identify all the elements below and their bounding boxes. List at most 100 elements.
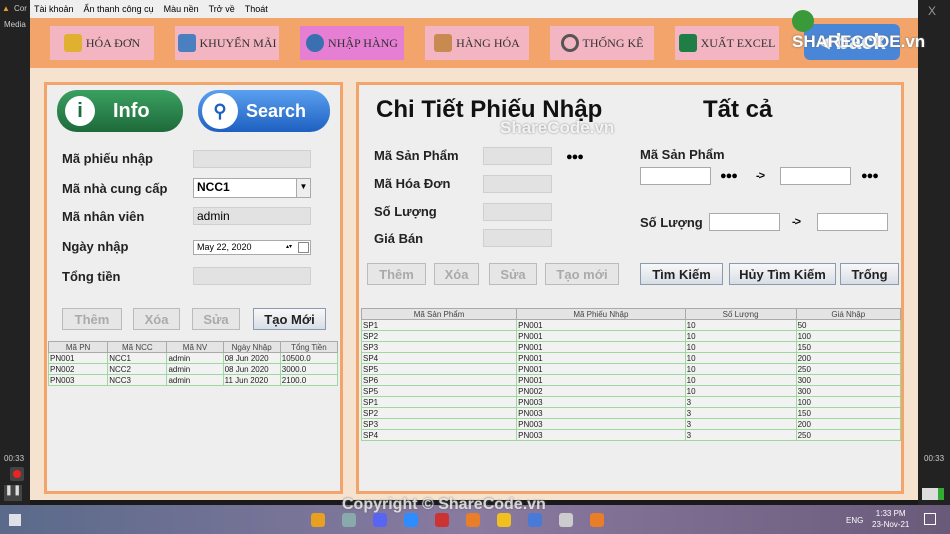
table-cell: 10 bbox=[684, 363, 797, 375]
taskbar-app-icon[interactable] bbox=[404, 513, 418, 527]
quantity-to-field[interactable] bbox=[817, 213, 888, 231]
column-header[interactable]: Mã Sản Phẩm bbox=[360, 308, 518, 320]
language-indicator[interactable]: ENG bbox=[846, 516, 863, 525]
record-button[interactable] bbox=[10, 467, 24, 481]
menu-back[interactable]: Trở về bbox=[209, 4, 235, 14]
product-to-picker[interactable]: ●●● bbox=[861, 170, 879, 182]
table-row[interactable]: SP2 PN003 3 150 bbox=[360, 407, 902, 419]
windows-start-icon[interactable] bbox=[9, 514, 21, 526]
column-header[interactable]: Mã NV bbox=[166, 341, 224, 353]
supplier-select[interactable]: NCC1 ▼ bbox=[193, 178, 311, 198]
taskbar-app-icon[interactable] bbox=[466, 513, 480, 527]
table-row[interactable]: SP4 PN003 3 250 bbox=[360, 429, 902, 441]
calendar-icon[interactable] bbox=[298, 242, 309, 253]
taskbar-app-icon[interactable] bbox=[497, 513, 511, 527]
quantity-field[interactable] bbox=[483, 203, 552, 221]
table-row[interactable]: SP1 PN003 3 100 bbox=[360, 396, 902, 408]
create-new-button[interactable]: Tạo Mới bbox=[253, 308, 326, 330]
product-id-field[interactable] bbox=[483, 147, 552, 165]
detail-add-button[interactable]: Thêm bbox=[367, 263, 426, 285]
product-picker-button[interactable]: ●●● bbox=[566, 151, 584, 163]
table-cell: 250 bbox=[795, 429, 902, 441]
product-to-field[interactable] bbox=[780, 167, 851, 185]
product-from-picker[interactable]: ●●● bbox=[720, 170, 738, 182]
invoice-id-field[interactable] bbox=[483, 175, 552, 193]
table-row[interactable]: SP4 PN001 10 200 bbox=[360, 352, 902, 364]
menu-exit[interactable]: Thoát bbox=[245, 4, 268, 14]
add-button[interactable]: Thêm bbox=[62, 308, 122, 330]
column-header[interactable]: Ngày Nhập bbox=[222, 341, 281, 353]
table-row[interactable]: SP3 PN003 3 200 bbox=[360, 418, 902, 430]
search-button[interactable]: ⚲ Search bbox=[198, 90, 330, 132]
clock[interactable]: 1:33 PM 23-Nov-21 bbox=[872, 508, 909, 530]
date-spinner[interactable]: ▴▾ bbox=[286, 241, 296, 254]
table-cell: SP2 bbox=[360, 407, 518, 419]
taskbar-app-icon[interactable] bbox=[435, 513, 449, 527]
chevron-down-icon[interactable]: ▼ bbox=[296, 179, 310, 197]
detail-edit-button[interactable]: Sửa bbox=[489, 263, 537, 285]
taskbar-app-icon[interactable] bbox=[590, 513, 604, 527]
table-row[interactable]: SP5 PN002 10 300 bbox=[360, 385, 902, 397]
volume-slider[interactable] bbox=[922, 488, 944, 500]
receipt-table[interactable]: Mã PN Mã NCC Mã NV Ngày Nhập Tổng Tiền PN001 N… bbox=[47, 341, 339, 386]
taskbar-app-icon[interactable] bbox=[373, 513, 387, 527]
total-field[interactable] bbox=[193, 267, 311, 285]
menu-background-color[interactable]: Màu nền bbox=[164, 4, 199, 14]
find-button[interactable]: Tìm Kiếm bbox=[640, 263, 723, 285]
edit-button[interactable]: Sửa bbox=[192, 308, 240, 330]
table-row[interactable]: PN002 NCC2 admin 08 Jun 2020 3000.0 bbox=[47, 363, 339, 375]
table-row[interactable]: PN003 NCC3 admin 11 Jun 2020 2100.0 bbox=[47, 374, 339, 386]
table-cell: SP3 bbox=[360, 341, 518, 353]
receipt-detail-panel: Chi Tiết Phiếu Nhập Tất cả Mã Sản Phẩm ●… bbox=[356, 82, 904, 494]
notification-icon[interactable] bbox=[924, 513, 936, 525]
table-cell: PN003 bbox=[516, 396, 686, 408]
sharecode-logo: SHARECODE.vn bbox=[792, 10, 950, 52]
clear-button[interactable]: Trống bbox=[840, 263, 899, 285]
table-row[interactable]: PN001 NCC1 admin 08 Jun 2020 10500.0 bbox=[47, 352, 339, 364]
import-button[interactable]: NHẬP HÀNG bbox=[300, 26, 404, 60]
info-button[interactable]: i Info bbox=[57, 90, 183, 132]
product-from-field[interactable] bbox=[640, 167, 711, 185]
goods-button[interactable]: HÀNG HÓA bbox=[425, 26, 529, 60]
elapsed-time: 00:33 bbox=[4, 454, 25, 463]
table-row[interactable]: SP1 PN001 10 50 bbox=[360, 319, 902, 331]
table-cell: PN001 bbox=[516, 352, 686, 364]
employee-id-field[interactable]: admin bbox=[193, 207, 311, 225]
receipt-id-field[interactable] bbox=[193, 150, 311, 168]
import-date-picker[interactable]: May 22, 2020 ▴▾ bbox=[193, 240, 311, 255]
column-header[interactable]: Số Lượng bbox=[684, 308, 797, 320]
table-cell: 200 bbox=[795, 352, 902, 364]
column-header[interactable]: Giá Nhập bbox=[795, 308, 902, 320]
column-header[interactable]: Mã NCC bbox=[107, 341, 168, 353]
table-row[interactable]: SP5 PN001 10 250 bbox=[360, 363, 902, 375]
media-menu[interactable]: Media bbox=[4, 20, 26, 29]
statistics-button[interactable]: THỐNG KÊ bbox=[550, 26, 654, 60]
table-row[interactable]: SP3 PN001 10 150 bbox=[360, 341, 902, 353]
taskbar-app-icon[interactable] bbox=[528, 513, 542, 527]
detail-create-button[interactable]: Tạo mới bbox=[545, 263, 619, 285]
table-row[interactable]: SP2 PN001 10 100 bbox=[360, 330, 902, 342]
table-cell: PN001 bbox=[516, 341, 686, 353]
taskbar-app-icon[interactable] bbox=[311, 513, 325, 527]
promotion-button[interactable]: KHUYẾN MÃI bbox=[175, 26, 279, 60]
detail-delete-button[interactable]: Xóa bbox=[434, 263, 479, 285]
cancel-find-button[interactable]: Hủy Tìm Kiếm bbox=[729, 263, 836, 285]
quantity-from-field[interactable] bbox=[709, 213, 780, 231]
invoice-button[interactable]: HÓA ĐƠN bbox=[50, 26, 154, 60]
column-header[interactable]: Mã Phiếu Nhập bbox=[516, 308, 686, 320]
menu-account[interactable]: Tài khoản bbox=[34, 4, 74, 14]
delete-button[interactable]: Xóa bbox=[133, 308, 180, 330]
window-title: Cor bbox=[14, 4, 27, 13]
range-arrow: -> bbox=[756, 170, 765, 182]
price-field[interactable] bbox=[483, 229, 552, 247]
column-header[interactable]: Mã PN bbox=[47, 341, 109, 353]
menu-hide-toolbar[interactable]: Ẩn thanh công cụ bbox=[84, 4, 154, 14]
export-excel-button[interactable]: XUẤT EXCEL bbox=[675, 26, 779, 60]
column-header[interactable]: Tổng Tiền bbox=[279, 341, 339, 353]
pause-button[interactable]: ❚❚ bbox=[4, 485, 22, 501]
table-row[interactable]: SP6 PN001 10 300 bbox=[360, 374, 902, 386]
taskbar-app-icon[interactable] bbox=[559, 513, 573, 527]
receipt-detail-table[interactable]: Mã Sản Phẩm Mã Phiếu Nhập Số Lượng Giá Nhập… bbox=[360, 308, 902, 441]
media-player-strip: ▲ Cor Media 00:33 ❚❚ bbox=[0, 0, 30, 505]
taskbar-app-icon[interactable] bbox=[342, 513, 356, 527]
